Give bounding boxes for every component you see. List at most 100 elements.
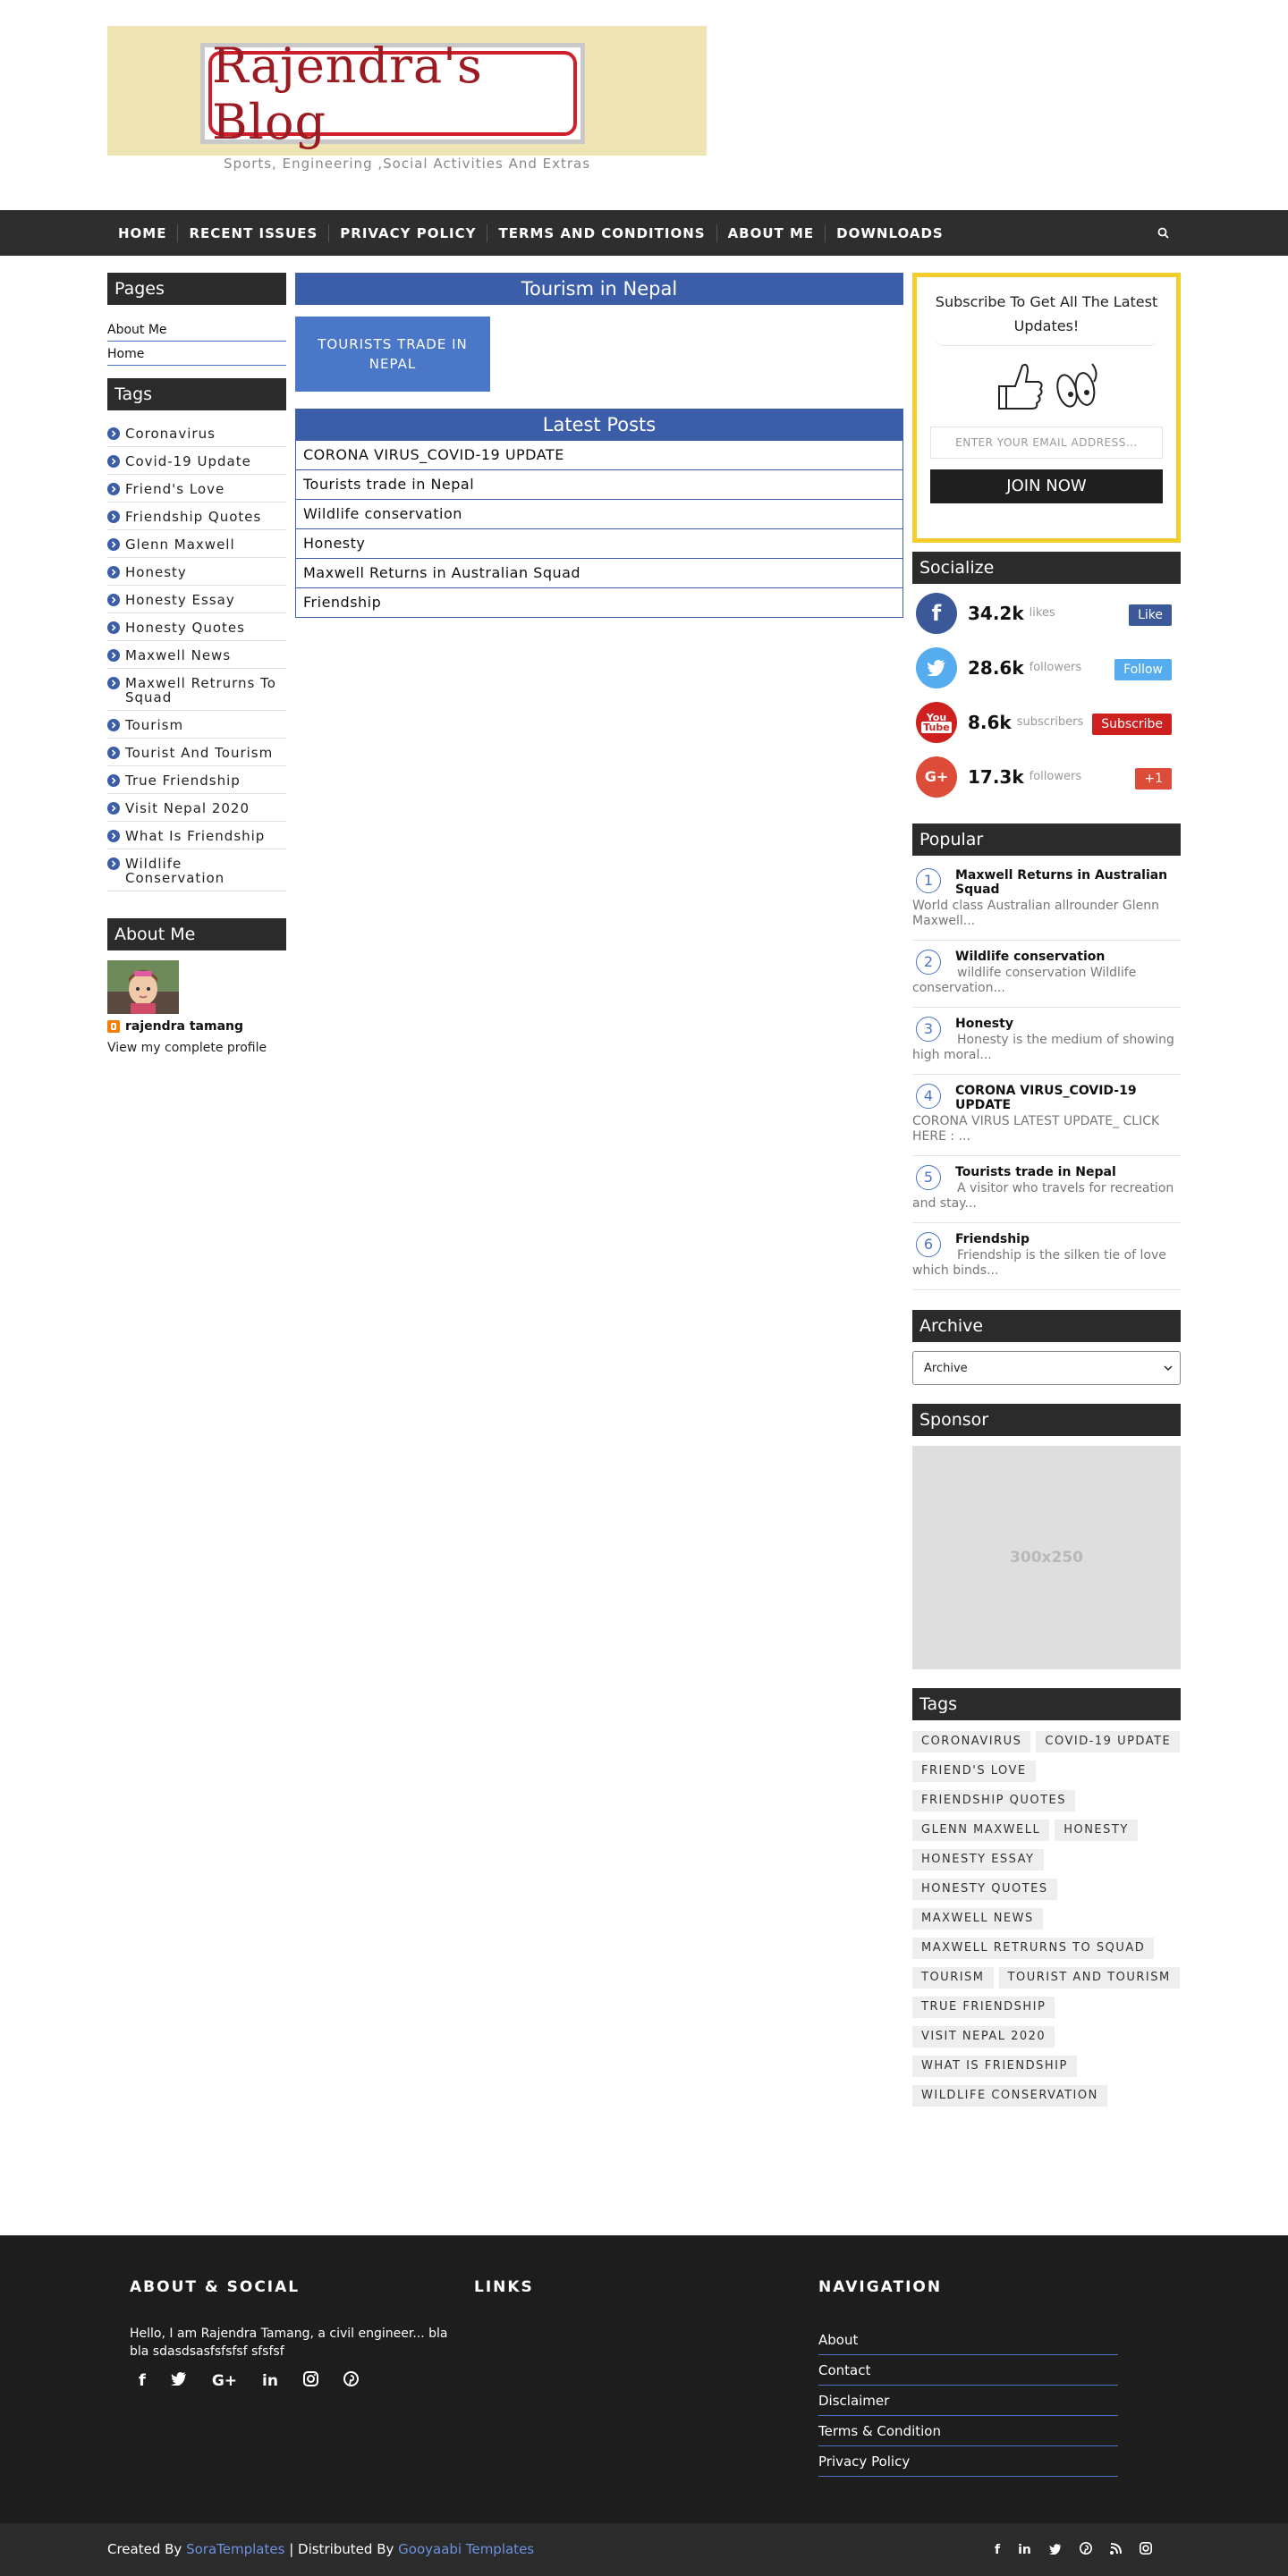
tag-item-friend-s-love[interactable]: Friend's Love [107, 475, 286, 503]
tag-chip-friend-s-love[interactable]: FRIEND'S LOVE [912, 1761, 1036, 1782]
nav-item-about-me[interactable]: ABOUT ME [717, 224, 826, 242]
tag-item-tourist-and-tourism[interactable]: Tourist And Tourism [107, 739, 286, 766]
facebook-icon[interactable]: f [995, 2543, 1000, 2557]
tag-item-honesty-quotes[interactable]: Honesty Quotes [107, 613, 286, 641]
youtube-icon[interactable]: You Tube [916, 701, 957, 743]
tag-item-honesty-essay[interactable]: Honesty Essay [107, 586, 286, 613]
tag-chip-wildlife-conservation[interactable]: WILDLIFE CONSERVATION [912, 2085, 1107, 2107]
profile-avatar[interactable] [107, 960, 179, 1014]
latest-post-item[interactable]: Maxwell Returns in Australian Squad [295, 559, 903, 588]
footer-nav-disclaimer[interactable]: Disclaimer [818, 2386, 1118, 2416]
latest-post-item[interactable]: CORONA VIRUS_COVID-19 UPDATE [295, 441, 903, 470]
social-action-button[interactable]: Like [1129, 604, 1172, 626]
popular-post-title[interactable]: Friendship [955, 1232, 1181, 1246]
nav-item-home[interactable]: HOME [107, 224, 179, 242]
tag-chip-glenn-maxwell[interactable]: GLENN MAXWELL [912, 1820, 1050, 1841]
instagram-icon[interactable] [1139, 2541, 1152, 2558]
instagram-icon[interactable] [302, 2371, 318, 2390]
nav-item-terms[interactable]: TERMS AND CONDITIONS [487, 224, 717, 242]
popular-post-item[interactable]: 3 Honesty Honesty is the medium of showing… [912, 1008, 1181, 1075]
page-link-about-me[interactable]: About Me [107, 317, 286, 342]
tags-cloud-title: Tags [912, 1688, 1181, 1720]
tag-chip-tourist-and-tourism[interactable]: TOURIST AND TOURISM [998, 1967, 1180, 1989]
tag-chip-maxwell-news[interactable]: MAXWELL NEWS [912, 1908, 1043, 1930]
profile-name[interactable]: rajendra tamang [125, 1019, 243, 1034]
popular-post-title[interactable]: Tourists trade in Nepal [955, 1165, 1181, 1179]
tag-item-visit-nepal-2020[interactable]: Visit Nepal 2020 [107, 794, 286, 822]
chevron-right-icon [107, 455, 120, 468]
social-action-button[interactable]: +1 [1135, 768, 1172, 790]
archive-select[interactable]: Archive [912, 1351, 1181, 1385]
popular-post-title[interactable]: Maxwell Returns in Australian Squad [955, 868, 1181, 897]
footer-nav-terms[interactable]: Terms & Condition [818, 2416, 1118, 2446]
linkedin-icon[interactable]: in [262, 2372, 278, 2390]
google-plus-icon[interactable]: G+ [916, 756, 957, 798]
tag-item-coronavirus[interactable]: Coronavirus [107, 419, 286, 447]
facebook-icon[interactable]: f [916, 592, 957, 634]
popular-post-item[interactable]: 5 Tourists trade in Nepal A visitor who tr… [912, 1156, 1181, 1223]
nav-item-recent-issues[interactable]: RECENT ISSUES [178, 224, 330, 242]
view-profile-link[interactable]: View my complete profile [107, 1041, 286, 1055]
footer-nav-privacy[interactable]: Privacy Policy [818, 2446, 1118, 2477]
pinterest-icon[interactable] [1079, 2541, 1092, 2558]
rss-icon[interactable] [1109, 2541, 1122, 2558]
tag-chip-honesty-essay[interactable]: HONESTY ESSAY [912, 1849, 1044, 1871]
social-action-button[interactable]: Subscribe [1092, 714, 1172, 735]
tag-chip-visit-nepal-2020[interactable]: VISIT NEPAL 2020 [912, 2026, 1055, 2048]
tag-item-honesty[interactable]: Honesty [107, 558, 286, 586]
google-plus-icon[interactable]: G+ [212, 2372, 237, 2390]
popular-post-item[interactable]: 4 CORONA VIRUS_COVID-19 UPDATE CORONA VIRU… [912, 1075, 1181, 1156]
tag-item-true-friendship[interactable]: True Friendship [107, 766, 286, 794]
popular-post-title[interactable]: CORONA VIRUS_COVID-19 UPDATE [955, 1084, 1181, 1112]
join-now-button[interactable]: JOIN NOW [930, 469, 1163, 503]
latest-post-item[interactable]: Wildlife conservation [295, 500, 903, 529]
nav-item-downloads[interactable]: DOWNLOADS [826, 224, 954, 242]
linkedin-icon[interactable]: in [1018, 2543, 1031, 2557]
pinterest-icon[interactable] [343, 2371, 359, 2390]
sponsor-ad-placeholder[interactable]: 300x250 [912, 1446, 1181, 1669]
page-link-home[interactable]: Home [107, 342, 286, 366]
blog-logo[interactable]: Rajendra's Blog [200, 38, 585, 150]
main-content: Tourism in Nepal TOURISTS TRADE IN NEPAL… [295, 273, 903, 618]
popular-post-title[interactable]: Honesty [955, 1017, 1181, 1031]
tag-item-wildlife-conservation[interactable]: Wildlife Conservation [107, 849, 286, 891]
tag-item-maxwell-news[interactable]: Maxwell News [107, 641, 286, 669]
credit-link-gooyaabi[interactable]: Gooyaabi Templates [398, 2541, 534, 2557]
tag-chip-friendship-quotes[interactable]: FRIENDSHIP QUOTES [912, 1790, 1076, 1812]
tag-chip-honesty-quotes[interactable]: HONESTY QUOTES [912, 1879, 1057, 1900]
twitter-icon[interactable] [1048, 2541, 1062, 2558]
credit-link-soratemplates[interactable]: SoraTemplates [186, 2541, 284, 2557]
twitter-icon[interactable] [916, 646, 957, 688]
post-card-tourists-trade[interactable]: TOURISTS TRADE IN NEPAL [295, 317, 490, 392]
tag-chip-tourism[interactable]: TOURISM [912, 1967, 994, 1989]
tag-item-covid-19-update[interactable]: Covid-19 Update [107, 447, 286, 475]
facebook-icon[interactable]: f [139, 2371, 146, 2390]
popular-post-item[interactable]: 6 Friendship Friendship is the silken tie … [912, 1223, 1181, 1290]
latest-post-item[interactable]: Friendship [295, 588, 903, 618]
tag-item-friendship-quotes[interactable]: Friendship Quotes [107, 503, 286, 530]
tag-item-glenn-maxwell[interactable]: Glenn Maxwell [107, 530, 286, 558]
tag-item-maxwell-retrurns-to-squad[interactable]: Maxwell Retrurns To Squad [107, 669, 286, 711]
tag-item-what-is-friendship[interactable]: What Is Friendship [107, 822, 286, 849]
footer-nav-contact[interactable]: Contact [818, 2355, 1118, 2386]
tag-label: Honesty [125, 564, 187, 580]
tag-chip-what-is-friendship[interactable]: WHAT IS FRIENDSHIP [912, 2056, 1077, 2077]
latest-post-item[interactable]: Honesty [295, 529, 903, 559]
tag-chip-honesty[interactable]: HONESTY [1055, 1820, 1138, 1841]
twitter-icon[interactable] [170, 2372, 187, 2389]
email-field[interactable]: ENTER YOUR EMAIL ADDRESS... [930, 427, 1163, 459]
search-icon[interactable] [1154, 210, 1172, 256]
latest-post-item[interactable]: Tourists trade in Nepal [295, 470, 903, 500]
tag-chip-coronavirus[interactable]: CORONAVIRUS [912, 1731, 1031, 1753]
tag-chip-true-friendship[interactable]: TRUE FRIENDSHIP [912, 1997, 1055, 2018]
tag-item-tourism[interactable]: Tourism [107, 711, 286, 739]
tag-chip-covid-19-update[interactable]: COVID-19 UPDATE [1036, 1731, 1181, 1753]
social-action-button[interactable]: Follow [1114, 659, 1172, 680]
about-me-widget-title: About Me [107, 918, 286, 950]
popular-post-item[interactable]: 2 Wildlife conservation wildlife conservat… [912, 941, 1181, 1008]
popular-post-title[interactable]: Wildlife conservation [955, 950, 1181, 964]
footer-nav-about[interactable]: About [818, 2325, 1118, 2355]
nav-item-privacy-policy[interactable]: PRIVACY POLICY [329, 224, 488, 242]
tag-chip-maxwell-retrurns-to-squad[interactable]: MAXWELL RETRURNS TO SQUAD [912, 1938, 1155, 1959]
popular-post-item[interactable]: 1 Maxwell Returns in Australian Squad Worl… [912, 859, 1181, 941]
